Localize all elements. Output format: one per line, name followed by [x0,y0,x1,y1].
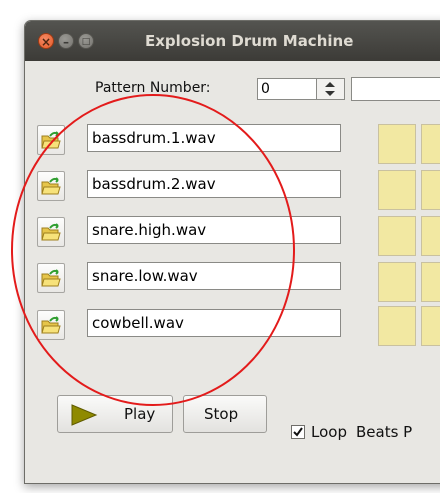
pattern-spin-buttons[interactable] [317,78,345,100]
open-file-button-5[interactable] [37,310,65,340]
pattern-name-field[interactable] [351,77,440,101]
open-file-button-2[interactable] [37,171,65,201]
beat-cell-5-2[interactable] [421,306,440,346]
play-icon [71,404,98,426]
maximize-window-button[interactable]: □ [78,33,94,49]
folder-open-icon [41,316,61,334]
play-button-label: Play [124,405,156,423]
pattern-number-label: Pattern Number: [95,80,211,96]
loop-label: Loop [311,423,347,441]
minimize-window-button[interactable]: – [58,33,74,49]
beat-cell-4-1[interactable] [378,262,416,302]
folder-open-icon [41,223,61,241]
track-file-input-4[interactable] [87,262,341,290]
spin-arrows-icon [325,82,335,96]
beat-cell-3-1[interactable] [378,216,416,256]
track-file-input-1[interactable] [87,124,341,152]
beat-cell-1-2[interactable] [421,124,440,164]
folder-open-icon [41,177,61,195]
app-window: × – □ Explosion Drum Machine Pattern Num… [24,20,440,484]
close-window-button[interactable]: × [38,33,54,49]
beat-cell-1-1[interactable] [378,124,416,164]
title-bar: × – □ Explosion Drum Machine [25,21,440,61]
beat-cell-5-1[interactable] [378,306,416,346]
open-file-button-3[interactable] [37,217,65,247]
check-icon [293,427,303,437]
open-file-button-4[interactable] [37,263,65,293]
play-button[interactable]: Play [57,395,173,433]
folder-open-icon [41,131,61,149]
track-file-input-2[interactable] [87,170,341,198]
beat-cell-2-2[interactable] [421,170,440,210]
window-title: Explosion Drum Machine [145,32,354,50]
pattern-number-input[interactable] [257,78,317,100]
open-file-button-1[interactable] [37,125,65,155]
track-file-input-3[interactable] [87,216,341,244]
track-file-input-5[interactable] [87,309,341,337]
stop-button-label: Stop [204,405,239,423]
beat-cell-3-2[interactable] [421,216,440,256]
folder-open-icon [41,269,61,287]
loop-checkbox[interactable] [291,425,305,439]
stop-button[interactable]: Stop [183,395,267,433]
beats-per-label: Beats P [356,423,413,441]
beat-cell-4-2[interactable] [421,262,440,302]
beat-cell-2-1[interactable] [378,170,416,210]
